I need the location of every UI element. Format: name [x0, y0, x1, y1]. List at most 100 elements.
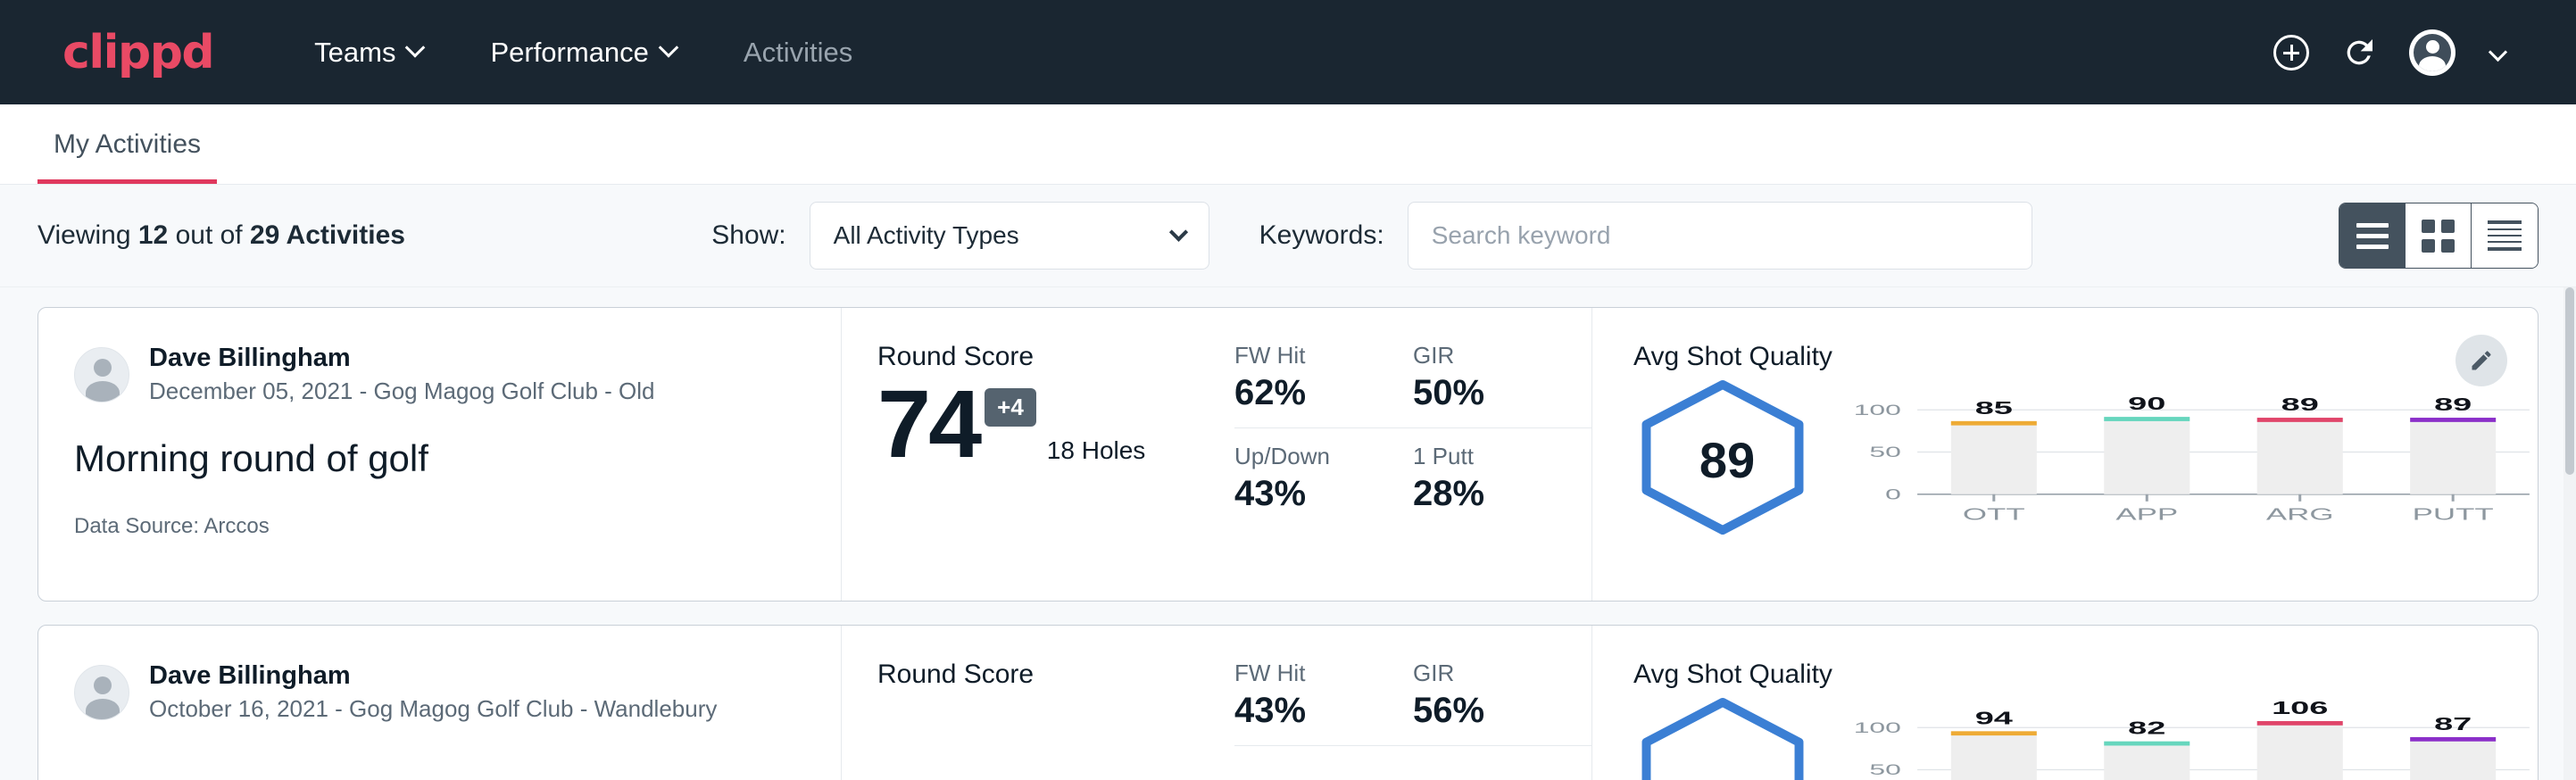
stat-label: GIR	[1413, 660, 1561, 687]
stat-up-down: Up/Down 43%	[1234, 428, 1413, 514]
shot-quality-chart: 0 50 100 85 OTT 90 APP 89 ARG 89 PUTT	[1833, 379, 2538, 530]
viewing-count: 12	[138, 220, 168, 250]
view-toggle-list[interactable]	[2339, 203, 2406, 268]
stat-value: 56%	[1413, 691, 1561, 731]
filter-toolbar: Viewing 12 out of 29 Activities Show: Al…	[0, 185, 2576, 287]
activity-type-value: All Activity Types	[834, 221, 1019, 250]
svg-text:89: 89	[2281, 395, 2319, 415]
search-input[interactable]	[1408, 202, 2032, 270]
clippd-logo[interactable]: clippd	[62, 26, 213, 79]
viewing-count-text: Viewing 12 out of 29 Activities	[37, 220, 405, 251]
activity-type-select[interactable]: All Activity Types	[810, 202, 1209, 270]
view-toggle-group	[2339, 203, 2539, 269]
main-nav-items: Teams Performance Activities	[280, 28, 886, 78]
activity-card[interactable]: Dave Billingham December 05, 2021 - Gog …	[37, 307, 2539, 602]
stat-label: Up/Down	[1234, 443, 1383, 470]
stat-gir: GIR 56%	[1413, 660, 1591, 746]
nav-item-activities-label: Activities	[744, 37, 852, 69]
chevron-down-icon[interactable]	[2489, 43, 2507, 62]
stat-value: 43%	[1234, 474, 1383, 514]
user-avatar-icon	[2414, 34, 2451, 71]
round-score-value: 74	[877, 376, 979, 472]
avg-shot-quality-body: 05010094OTT82APP106ARG87PUTT	[1633, 697, 2538, 780]
show-label: Show:	[711, 220, 785, 251]
stat-label: 1 Putt	[1413, 443, 1561, 470]
round-stats-grid: FW Hit 43% GIR 56%	[1234, 626, 1591, 780]
list-icon	[2356, 223, 2389, 249]
svg-text:0: 0	[1885, 486, 1901, 502]
vertical-scrollbar[interactable]	[2564, 287, 2576, 780]
plus-circle-icon[interactable]	[2273, 35, 2309, 71]
tab-bar: My Activities	[0, 104, 2576, 185]
activity-author: Dave Billingham December 05, 2021 - Gog …	[74, 342, 841, 407]
viewing-prefix: Viewing	[37, 220, 138, 250]
avatar	[74, 347, 129, 402]
stat-label: FW Hit	[1234, 660, 1383, 687]
stat-label: GIR	[1413, 342, 1561, 369]
quality-hexagon: 89	[1633, 379, 1821, 540]
stat-gir: GIR 50%	[1413, 342, 1591, 428]
edit-activity-button[interactable]	[2456, 335, 2507, 386]
hexagon-icon	[1633, 697, 1812, 780]
nav-item-performance-label: Performance	[490, 37, 648, 69]
keywords-label: Keywords:	[1259, 220, 1384, 251]
round-score-column: Round Score 74 +4 18 Holes	[842, 308, 1234, 601]
view-toggle-compact[interactable]	[2472, 203, 2538, 268]
viewing-total: 29 Activities	[250, 220, 405, 250]
svg-text:ARG: ARG	[2266, 505, 2334, 523]
round-stats-grid: FW Hit 62% GIR 50% Up/Down 43% 1 Putt 28…	[1234, 308, 1591, 601]
svg-text:PUTT: PUTT	[2413, 505, 2494, 523]
activity-author: Dave Billingham October 16, 2021 - Gog M…	[74, 660, 841, 725]
nav-item-performance[interactable]: Performance	[456, 28, 709, 78]
svg-text:OTT: OTT	[1963, 505, 2025, 523]
avg-shot-quality-column: Avg Shot Quality 89 05010085OTT90APP89AR…	[1591, 308, 2538, 601]
player-name: Dave Billingham	[149, 660, 717, 692]
svg-text:106: 106	[2272, 701, 2328, 718]
top-navigation-bar: clippd Teams Performance Activities	[0, 0, 2576, 104]
svg-text:100: 100	[1854, 402, 1901, 418]
nav-item-activities[interactable]: Activities	[710, 28, 886, 78]
view-toggle-grid[interactable]	[2406, 203, 2472, 268]
player-name: Dave Billingham	[149, 342, 655, 374]
svg-text:90: 90	[2128, 394, 2165, 414]
scrollbar-thumb[interactable]	[2565, 287, 2574, 475]
svg-text:50: 50	[1869, 762, 1900, 778]
avg-shot-quality-body: 89 0 50 100 85 OTT 90 APP 89 ARG 89 PUTT	[1633, 379, 2538, 540]
refresh-icon[interactable]	[2341, 35, 2377, 71]
nav-item-teams[interactable]: Teams	[280, 28, 456, 78]
activity-meta: October 16, 2021 - Gog Magog Golf Club -…	[149, 693, 717, 725]
user-avatar[interactable]	[2409, 29, 2456, 76]
activity-info-column: Dave Billingham December 05, 2021 - Gog …	[38, 308, 842, 601]
svg-text:89: 89	[2434, 395, 2472, 415]
svg-text:87: 87	[2434, 715, 2472, 734]
avatar	[74, 665, 129, 720]
avg-shot-quality-label: Avg Shot Quality	[1633, 660, 2538, 690]
stat-label: FW Hit	[1234, 342, 1383, 369]
grid-icon	[2422, 220, 2455, 253]
svg-text:85: 85	[1975, 399, 2013, 419]
activity-meta: December 05, 2021 - Gog Magog Golf Club …	[149, 376, 655, 407]
activity-card[interactable]: Dave Billingham October 16, 2021 - Gog M…	[37, 625, 2539, 780]
svg-text:50: 50	[1869, 444, 1900, 461]
stat-value: 43%	[1234, 691, 1383, 731]
svg-text:82: 82	[2128, 719, 2165, 739]
chevron-down-icon	[659, 37, 679, 58]
toolbar-filters: Show: All Activity Types Keywords:	[711, 202, 2032, 270]
svg-text:APP: APP	[2115, 505, 2178, 523]
activities-list: Dave Billingham December 05, 2021 - Gog …	[0, 287, 2576, 780]
compact-list-icon	[2488, 220, 2522, 251]
round-score-row: 74 +4 18 Holes	[877, 376, 1234, 472]
stat-1-putt: 1 Putt 28%	[1413, 428, 1591, 514]
round-score-label: Round Score	[877, 660, 1234, 690]
stat-value: 28%	[1413, 474, 1561, 514]
nav-item-teams-label: Teams	[314, 37, 395, 69]
chevron-down-icon	[1169, 222, 1188, 241]
avg-shot-quality-column: Avg Shot Quality 05010094OTT82APP106ARG8…	[1591, 626, 2538, 780]
quality-hexagon	[1633, 697, 1821, 780]
score-diff-badge: +4	[985, 388, 1036, 427]
stat-value: 50%	[1413, 373, 1561, 413]
stat-value: 62%	[1234, 373, 1383, 413]
quality-score-value: 89	[1633, 431, 1821, 489]
viewing-mid: out of	[168, 220, 250, 250]
tab-my-activities[interactable]: My Activities	[37, 129, 217, 184]
